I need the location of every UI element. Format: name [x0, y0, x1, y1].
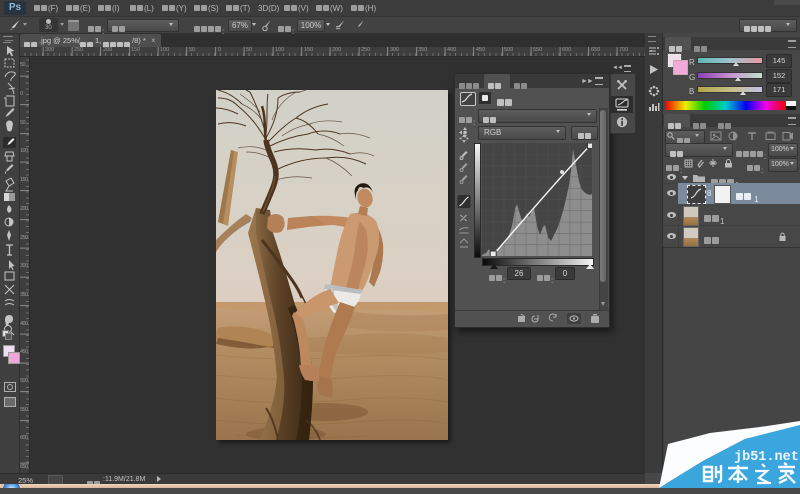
svg-text:jb51.net: jb51.net: [734, 450, 799, 465]
